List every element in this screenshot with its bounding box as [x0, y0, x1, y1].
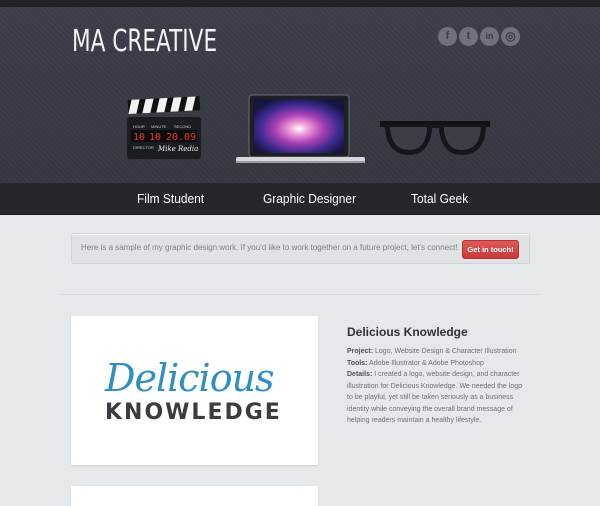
clapper-label-second: SECOND [174, 124, 191, 129]
nav-item-total-geek[interactable]: Total Geek [411, 191, 468, 206]
details-label: Details: [347, 371, 373, 378]
clapper-director-value: Mike Redia [157, 145, 198, 153]
section-divider [60, 294, 540, 295]
project-logo-line2: KNOWLEDGE [105, 400, 282, 425]
notice-text: Here is a sample of my graphic design wo… [81, 243, 458, 252]
tools-value: Adobe Illustrator & Adobe Photoshop [369, 359, 484, 367]
get-in-touch-button[interactable]: Get in touch! [462, 240, 519, 259]
glasses-icon [380, 121, 490, 155]
next-project-card[interactable] [71, 486, 318, 506]
top-strip [0, 0, 600, 7]
nav-item-graphic-designer[interactable]: Graphic Designer [263, 191, 356, 206]
clapper-director-label: DIRECTOR [133, 145, 154, 150]
tools-label: Tools: [347, 359, 368, 367]
project-label: Project: [347, 348, 374, 355]
clapper-second-digits: 20.09 [166, 132, 196, 143]
clapper-label-minute: MINUTE [151, 124, 167, 129]
project-logo-line1: Delicious [105, 356, 275, 400]
contact-notice: Here is a sample of my graphic design wo… [71, 233, 530, 264]
main-nav: Film Student Graphic Designer Total Geek [0, 183, 600, 215]
project-title: Delicious Knowledge [347, 325, 468, 339]
project-description: Project: Logo, Website Design & Characte… [347, 346, 527, 427]
site-header: MA CREATIVE f t in ◎ HOUR MINUTE SECOND … [0, 7, 600, 183]
details-value: I created a logo, website design, and ch… [347, 371, 522, 424]
project-image-card[interactable]: Delicious KNOWLEDGE [71, 316, 318, 465]
nav-item-film-student[interactable]: Film Student [137, 191, 204, 206]
project-value: Logo, Website Design & Character Illustr… [375, 348, 517, 355]
clapperboard-icon: HOUR MINUTE SECOND 10 10 20.09 DIRECTOR … [127, 96, 201, 159]
header-illustrations: HOUR MINUTE SECOND 10 10 20.09 DIRECTOR … [127, 94, 490, 163]
laptop-icon [236, 94, 365, 163]
clapper-label-hour: HOUR [133, 124, 145, 129]
clapper-hour-digits: 10 [133, 132, 145, 143]
clapper-minute-digits: 10 [149, 132, 161, 143]
